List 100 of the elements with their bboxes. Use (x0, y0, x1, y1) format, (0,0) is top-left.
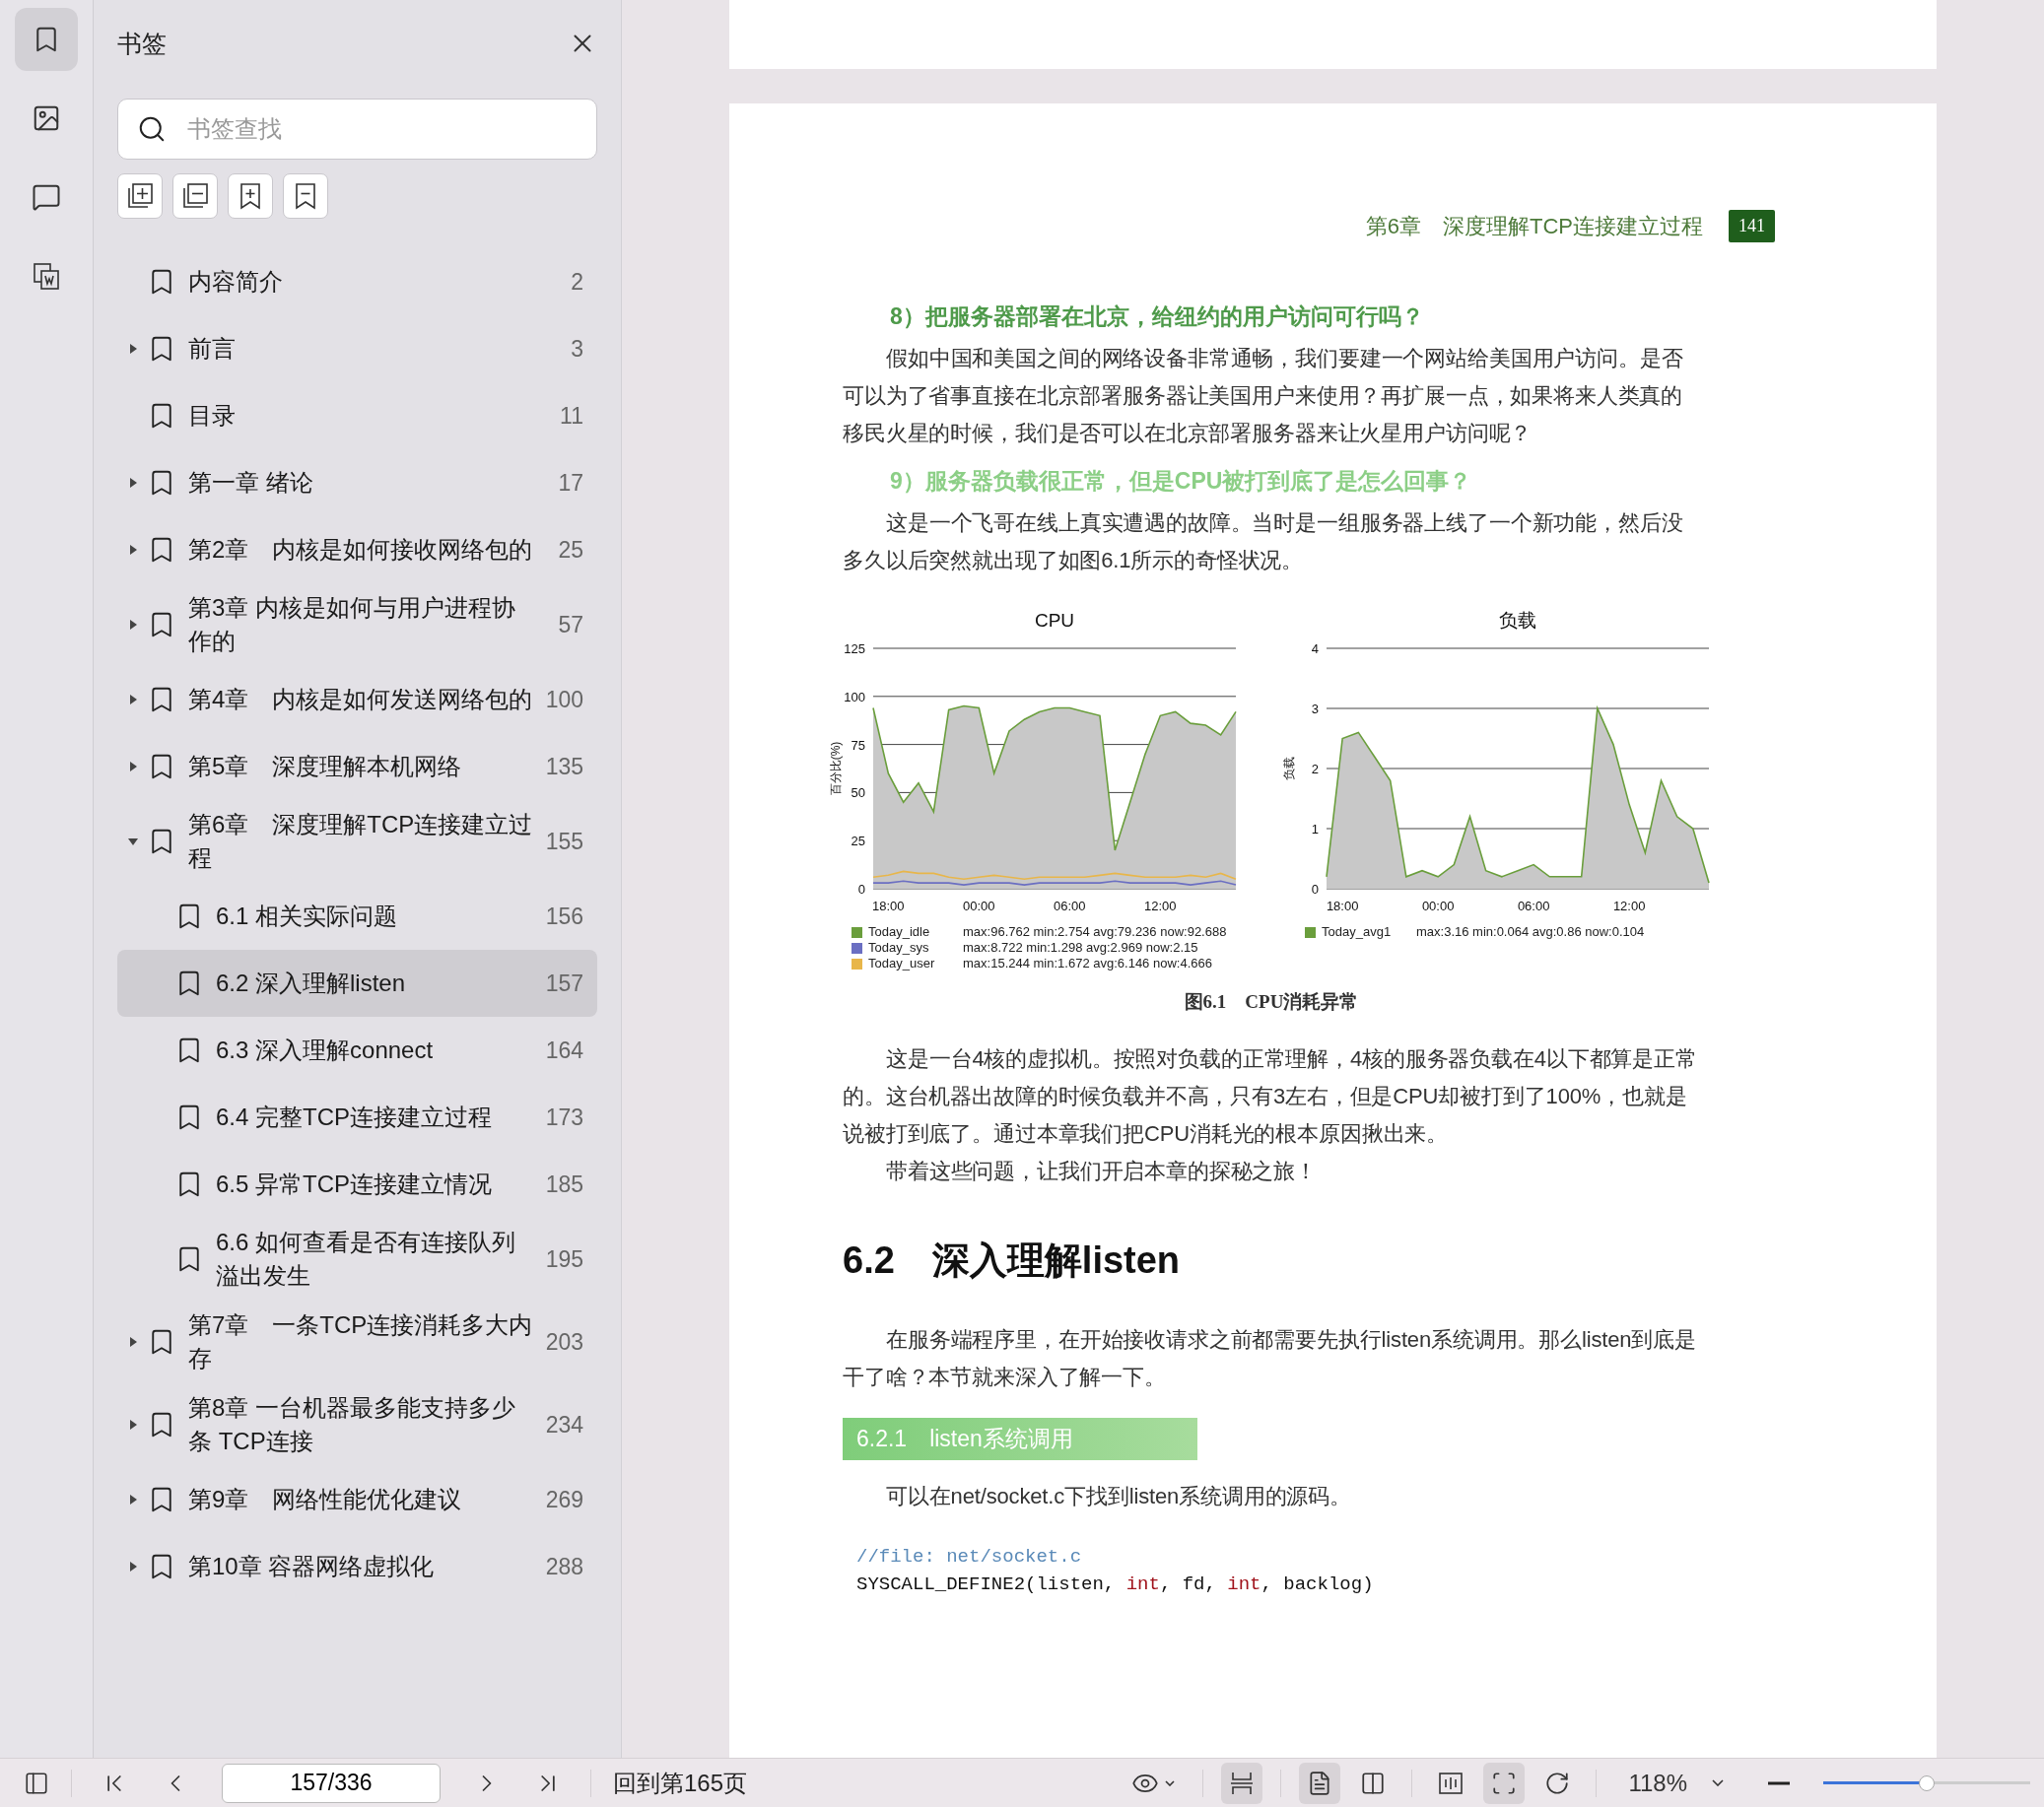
bookmark-title: 6.2 深入理解listen (216, 969, 407, 998)
bookmark-item[interactable]: 第2章 内核是如何接收网络包的 25 (117, 516, 597, 583)
bookmark-item[interactable]: 6.2 深入理解listen 157 (117, 950, 597, 1017)
bookmark-title: 第6章 深度理解TCP连接建立过程 (188, 810, 533, 873)
tick-label: 100 (844, 689, 865, 704)
bookmark-item[interactable]: 第一章 绪论 17 (117, 449, 597, 516)
figure-caption: 图6.1 CPU消耗异常 (1184, 990, 1359, 1014)
bookmark-title: 第4章 内核是如何发送网络包的 (188, 685, 533, 714)
bookmark-title: 内容简介 (188, 267, 284, 297)
bookmark-item[interactable]: 内容简介 2 (117, 248, 597, 315)
two-page-icon (1360, 1770, 1387, 1796)
body-paragraph: 这是一个飞哥在线上真实遭遇的故障。当时是一组服务器上线了一个新功能，然后没多久以后突然就出现了如图6.1所示的奇怪状况。 (843, 509, 1684, 574)
expanded-arrow-icon[interactable] (127, 836, 139, 847)
bookmark-title: 第一章 绪论 (188, 468, 314, 498)
subsection-heading: 6.2.1 listen系统调用 (843, 1418, 1197, 1460)
bookmark-title: 前言 (188, 334, 237, 364)
bookmark-item[interactable]: 6.6 如何查看是否有连接队列溢出发生 195 (117, 1218, 597, 1301)
bookmark-tool-button[interactable] (172, 173, 218, 219)
sidebar-icon (24, 1770, 49, 1796)
bookmark-item[interactable]: 6.4 完整TCP连接建立过程 173 (117, 1084, 597, 1151)
page-number: 164 (545, 1037, 583, 1064)
bookmark-item[interactable]: 第10章 容器网络虚拟化 288 (117, 1533, 597, 1600)
collapsed-arrow-icon[interactable] (127, 477, 139, 489)
page-number: 156 (545, 903, 583, 930)
bookmark-item[interactable]: 第5章 深度理解本机网络 135 (117, 733, 597, 800)
caret-icon (1165, 1779, 1176, 1786)
slider-thumb[interactable] (1919, 1774, 1935, 1791)
collapsed-arrow-icon[interactable] (127, 1419, 139, 1431)
bookmark-tool-button[interactable] (117, 173, 163, 219)
bookmark-title: 第3章 内核是如何与用户进程协作的 (188, 593, 516, 656)
bookmark-item[interactable]: 目录 11 (117, 382, 597, 449)
legend-stats: max:8.722 min:1.298 avg:2.969 now:2.15 (963, 940, 1198, 956)
question-heading: 9）服务器负载很正常，但是CPU被打到底了是怎么回事？ (890, 467, 1473, 496)
panel-title: 书签 (117, 28, 167, 59)
tick-label: 18:00 (1326, 899, 1359, 913)
page-number: 269 (545, 1486, 583, 1513)
bookmark-item[interactable]: 6.5 异常TCP连接建立情况 185 (117, 1151, 597, 1218)
image-icon (32, 103, 61, 133)
tick-label: 12:00 (1144, 899, 1177, 913)
bookmark-tool-button[interactable] (228, 173, 273, 219)
running-header: 第6章 深度理解TCP连接建立过程 (1365, 212, 1703, 240)
bookmark-item[interactable]: 6.3 深入理解connect 164 (117, 1017, 597, 1084)
tick-label: 50 (851, 785, 865, 801)
legend-label: Today_avg1 (1322, 924, 1393, 940)
bookmark-title: 6.3 深入理解connect (216, 1036, 435, 1065)
back-to-page-link[interactable]: 回到第165页 (613, 1767, 748, 1799)
view-mode-button[interactable] (1299, 1762, 1341, 1804)
page-number: 155 (545, 828, 583, 855)
tick-label: 12:00 (1612, 899, 1646, 913)
bookmark-item[interactable]: 第3章 内核是如何与用户进程协作的 57 (117, 583, 597, 666)
collapsed-arrow-icon[interactable] (127, 761, 139, 772)
collapsed-arrow-icon[interactable] (127, 694, 139, 705)
zoom-level: 118% (1628, 1769, 1687, 1797)
bookmark-item[interactable]: 第4章 内核是如何发送网络包的 100 (117, 666, 597, 733)
collapsed-arrow-icon[interactable] (127, 343, 139, 355)
body-paragraph: 在服务端程序里，在开始接收请求之前都需要先执行listen系统调用。那么listen到底是干了啥？本节就来深入了解一下。 (843, 1326, 1697, 1391)
collapsed-arrow-icon[interactable] (127, 1494, 139, 1506)
tick-label: 18:00 (872, 899, 905, 913)
search-field[interactable]: 书签查找 (117, 99, 597, 160)
collapsed-arrow-icon[interactable] (127, 619, 139, 631)
tick-label: 25 (851, 834, 865, 849)
collapsed-arrow-icon[interactable] (127, 1561, 139, 1573)
bookmark-item[interactable]: 第9章 网络性能优化建议 269 (117, 1466, 597, 1533)
page-number: 234 (545, 1411, 583, 1439)
legend-stats: max:3.16 min:0.064 avg:0.86 now:0.104 (1416, 924, 1645, 940)
axis-label: 百分比(%) (829, 741, 843, 796)
bookmark-title: 6.4 完整TCP连接建立过程 (216, 1103, 494, 1132)
tick-label: 0 (1311, 882, 1319, 897)
page-number: 25 (558, 536, 583, 564)
question-heading: 8）把服务器部署在北京，给纽约的用户访问可行吗？ (890, 302, 1425, 331)
tick-label: 06:00 (1054, 899, 1086, 913)
bookmark-item[interactable]: 6.1 相关实际问题 156 (117, 883, 597, 950)
page-number-field[interactable]: 157/336 (222, 1763, 441, 1803)
bookmark-title: 第8章 一台机器最多能支持多少条 TCP连接 (188, 1393, 516, 1456)
comment-icon (32, 182, 61, 212)
bookmark-item[interactable]: 第8章 一台机器最多能支持多少条 TCP连接 234 (117, 1383, 597, 1466)
bookmark-title: 6.5 异常TCP连接建立情况 (216, 1170, 494, 1199)
page-number: 17 (558, 469, 583, 497)
body-paragraph: 这是一台4核的虚拟机。按照对负载的正常理解，4核的服务器负载在4以下都算是正常的。这台机器出故障的时候负载并不高，只有3左右，但是CPU却被打到了100%，也就是说被打到底了。通过本章我们把CPU消耗光的根本原因揪出来。 (843, 1045, 1698, 1148)
bookmark-tool-button[interactable] (283, 173, 328, 219)
search-icon (137, 114, 167, 144)
section-heading: 6.2 深入理解listen (843, 1238, 1182, 1283)
tick-label: 06:00 (1517, 899, 1550, 913)
page-number: 135 (545, 753, 583, 780)
bookmark-title: 第10章 容器网络虚拟化 (188, 1552, 436, 1581)
body-paragraph: 假如中国和美国之间的网络设备非常通畅，我们要建一个网站给美国用户访问。是否可以为了省事直接在北京部署服务器让美国用户来使用？再扩展一点，如果将来人类真的移民火星的时候，我们是否可以在北京部署服务器来让火星用户访问呢？ (843, 345, 1684, 447)
page-number: 2 (571, 268, 583, 296)
tick-label: 00:00 (963, 899, 995, 913)
view-mode-button[interactable] (1221, 1762, 1263, 1804)
bookmark-item[interactable]: 前言 3 (117, 315, 597, 382)
tick-label: 4 (1311, 641, 1319, 656)
collapsed-arrow-icon[interactable] (127, 1336, 139, 1348)
collapsed-arrow-icon[interactable] (127, 544, 139, 556)
page-number: 173 (545, 1104, 583, 1131)
chart-title: 负载 (1499, 610, 1536, 631)
sidebar-tab[interactable] (15, 8, 78, 71)
legend-swatch (852, 958, 862, 970)
page-number: 195 (545, 1245, 583, 1273)
tick-label: 2 (1311, 762, 1319, 776)
bookmark-title: 目录 (188, 401, 237, 431)
